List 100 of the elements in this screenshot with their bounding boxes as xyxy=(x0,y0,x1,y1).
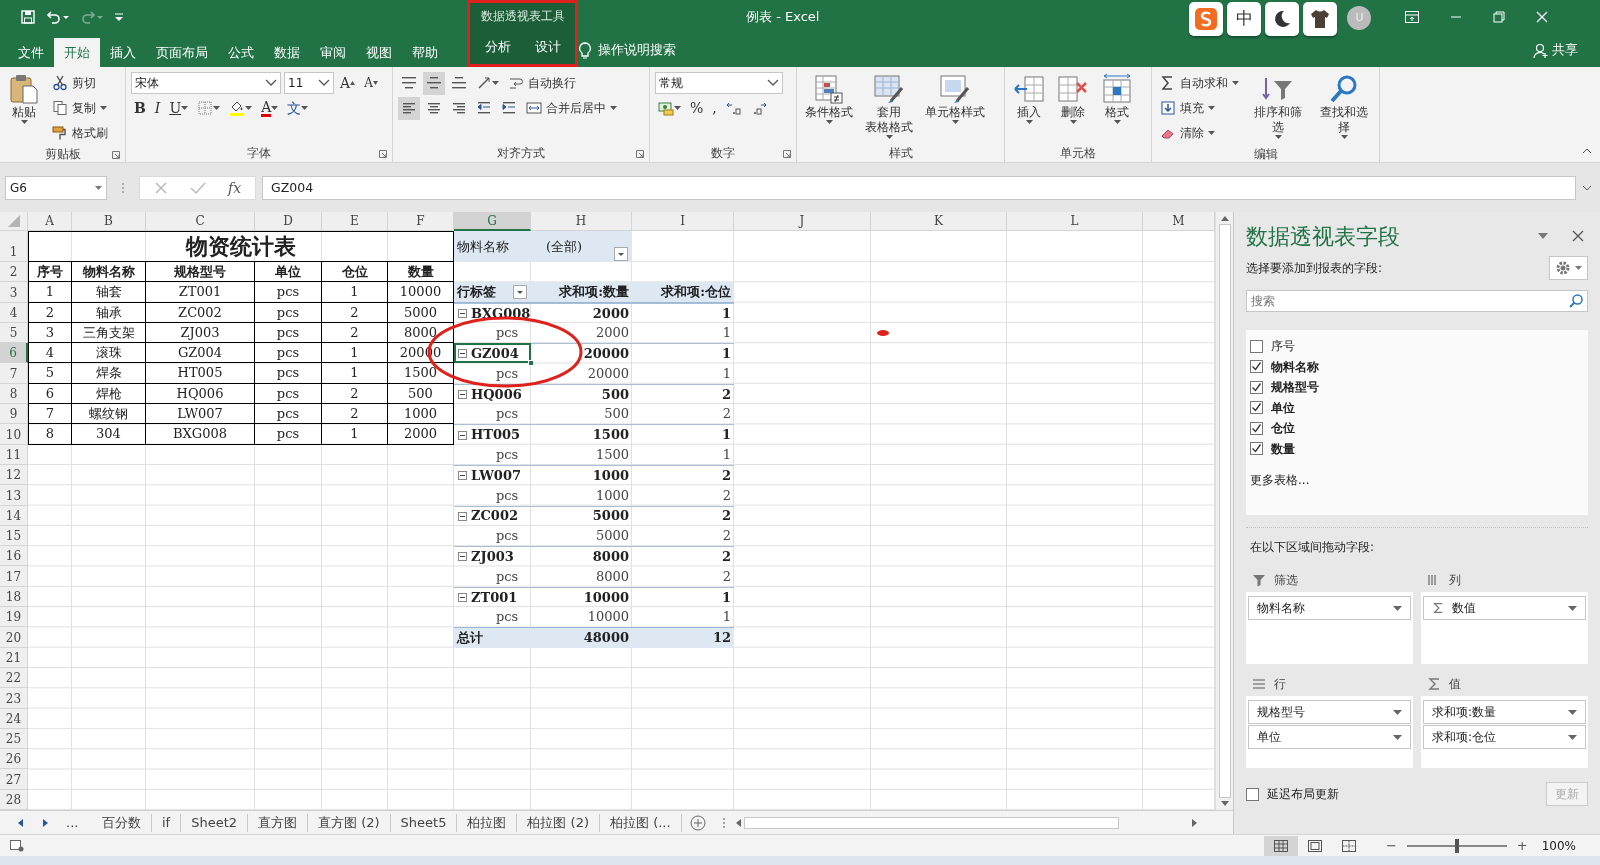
wrap-text-button[interactable]: 自动换行 xyxy=(505,71,579,95)
collapse-icon[interactable] xyxy=(458,430,467,440)
align-middle-button[interactable] xyxy=(423,71,445,95)
copy-button[interactable]: 复制 xyxy=(49,96,110,120)
column-header[interactable]: J xyxy=(734,212,871,231)
ime-button[interactable] xyxy=(1303,2,1338,36)
collapse-icon[interactable] xyxy=(458,552,467,562)
sheet-tab[interactable]: 柏拉图 xyxy=(457,813,518,832)
row-header[interactable]: 26 xyxy=(0,749,28,770)
expand-icon[interactable] xyxy=(1582,185,1592,191)
row-header[interactable]: 15 xyxy=(0,525,28,547)
formula-input[interactable]: GZ004 xyxy=(262,176,1576,200)
collapse-icon[interactable] xyxy=(458,308,467,318)
checkbox[interactable] xyxy=(1250,442,1263,456)
field-label[interactable]: 单位 xyxy=(1271,398,1295,417)
field-chip[interactable]: 单位 xyxy=(1248,725,1411,749)
next-sheet-icon[interactable] xyxy=(42,818,48,827)
ribbon-tab[interactable]: 开始 xyxy=(54,37,100,67)
row-header[interactable]: 16 xyxy=(0,546,28,567)
comma-style-button[interactable]: , xyxy=(709,96,720,120)
ribbon-tab[interactable]: 文件 xyxy=(8,37,54,67)
sheet-tab[interactable]: if xyxy=(152,813,182,832)
dialog-launcher-icon[interactable] xyxy=(379,150,387,158)
sheet-tab[interactable]: 柏拉图 (2) xyxy=(517,813,600,832)
dropdown-icon[interactable] xyxy=(513,284,527,299)
scrollbar-thumb[interactable] xyxy=(743,816,1119,829)
more-tables-link[interactable]: 更多表格... xyxy=(1250,471,1310,489)
collapse-icon[interactable] xyxy=(458,471,467,481)
checkbox[interactable] xyxy=(1250,339,1263,353)
scroll-up-icon[interactable] xyxy=(1219,214,1230,222)
page-break-icon[interactable] xyxy=(1341,839,1356,852)
row-header[interactable]: 13 xyxy=(0,485,28,506)
column-header[interactable]: M xyxy=(1143,212,1215,231)
bold-button[interactable]: B xyxy=(131,96,149,120)
row-header[interactable]: 6 xyxy=(0,343,28,364)
ribbon-tab[interactable]: 数据 xyxy=(264,37,310,67)
font-color-button[interactable]: A xyxy=(258,96,282,120)
save-icon[interactable] xyxy=(20,9,36,25)
dropdown-icon[interactable] xyxy=(614,246,628,261)
row-header[interactable]: 23 xyxy=(0,688,28,709)
pane-options-icon[interactable] xyxy=(1538,233,1548,239)
row-header[interactable]: 18 xyxy=(0,586,28,608)
sort-filter-button[interactable]: 排序和筛选 xyxy=(1248,71,1308,141)
percent-style-button[interactable]: % xyxy=(687,96,707,120)
normal-view-icon[interactable] xyxy=(1273,839,1288,852)
field-chip[interactable]: 数值 xyxy=(1423,596,1586,620)
conditional-format-button[interactable]: 条件格式 xyxy=(802,71,856,126)
ribbon-tab[interactable]: 插入 xyxy=(100,37,146,67)
field-label[interactable]: 数量 xyxy=(1271,439,1295,458)
column-header[interactable]: L xyxy=(1007,212,1143,231)
row-header[interactable]: 11 xyxy=(0,444,28,465)
format-table-button[interactable]: 套用 表格格式 xyxy=(862,71,916,141)
row-header[interactable]: 25 xyxy=(0,728,28,750)
row-header[interactable]: 14 xyxy=(0,505,28,526)
dialog-launcher-icon[interactable] xyxy=(783,150,791,158)
format-button[interactable]: 格式 xyxy=(1098,71,1136,126)
scrollbar-thumb[interactable] xyxy=(1218,224,1231,798)
checkbox[interactable] xyxy=(1246,787,1259,801)
row-header[interactable]: 9 xyxy=(0,404,28,425)
check-icon[interactable] xyxy=(190,181,206,195)
restore-icon[interactable] xyxy=(1493,11,1506,23)
tools-button[interactable] xyxy=(1549,256,1588,280)
tell-me-search[interactable]: 操作说明搜索 xyxy=(598,41,676,60)
scroll-down-icon[interactable] xyxy=(1219,800,1230,808)
row-header[interactable]: 8 xyxy=(0,383,28,405)
sheet-tab[interactable]: 柏拉图 (... xyxy=(600,813,682,832)
underline-button[interactable]: U xyxy=(166,96,192,120)
dropdown-field[interactable]: 宋体 xyxy=(131,72,281,94)
phonetic-button[interactable]: 文 xyxy=(284,96,312,120)
collapse-icon[interactable] xyxy=(458,592,467,602)
find-select-button[interactable]: 查找和选择 xyxy=(1314,71,1374,141)
scroll-right-icon[interactable] xyxy=(1190,817,1199,828)
clear-button[interactable]: 清除 xyxy=(1157,121,1218,145)
row-header[interactable]: 3 xyxy=(0,282,28,303)
italic-button[interactable]: I xyxy=(151,96,164,120)
ribbon-tab[interactable]: 页面布局 xyxy=(146,37,218,67)
row-header[interactable]: 5 xyxy=(0,322,28,344)
collapse-icon[interactable] xyxy=(458,511,467,521)
sheet-tab[interactable]: 百分数 xyxy=(92,813,152,832)
moon-icon[interactable] xyxy=(1272,9,1293,29)
ribbon-tab[interactable]: 设计 xyxy=(524,31,571,61)
row-header[interactable]: 1 xyxy=(0,231,28,262)
field-label[interactable]: 物料名称 xyxy=(1271,357,1319,376)
field-label[interactable]: 仓位 xyxy=(1271,419,1295,438)
search-icon[interactable] xyxy=(1568,293,1584,309)
column-header[interactable]: E xyxy=(322,212,388,231)
row-header[interactable]: 7 xyxy=(0,363,28,384)
column-header[interactable]: H xyxy=(531,212,632,231)
row-header[interactable]: 21 xyxy=(0,647,28,668)
collapse-icon[interactable] xyxy=(458,389,467,399)
fill-handle[interactable] xyxy=(528,360,534,367)
name-box[interactable]: G6 xyxy=(5,176,107,200)
shirt-icon[interactable] xyxy=(1309,8,1332,30)
column-header[interactable]: F xyxy=(388,212,454,231)
dialog-launcher-icon[interactable] xyxy=(112,151,120,159)
field-label[interactable]: 规格型号 xyxy=(1271,378,1319,397)
lightbulb-icon[interactable] xyxy=(578,41,592,60)
column-header[interactable]: G xyxy=(454,212,531,231)
ribbon-display-icon[interactable] xyxy=(1405,11,1420,23)
collapse-ribbon-icon[interactable] xyxy=(1582,148,1592,154)
